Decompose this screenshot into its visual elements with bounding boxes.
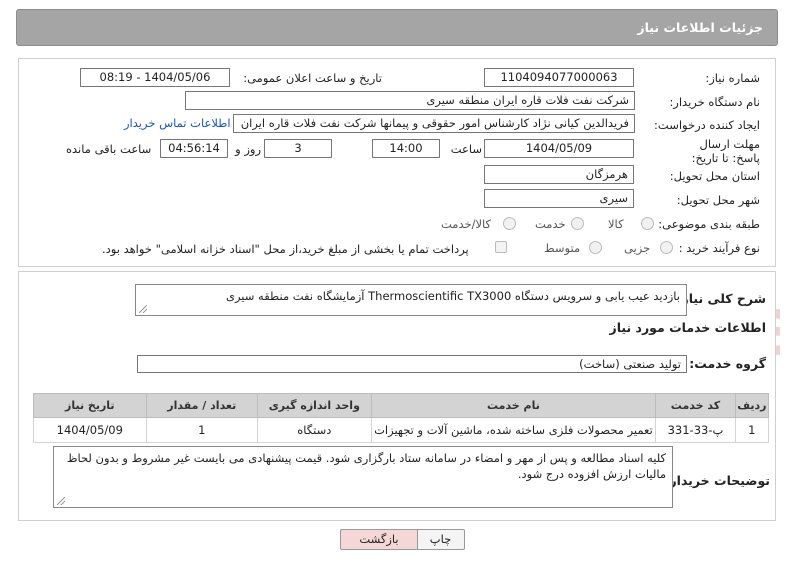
time-remaining-field: 04:56:14 <box>160 139 228 158</box>
summary-text: بازدید عیب یابی و سرویس دستگاه Thermosci… <box>225 289 680 303</box>
process-radio-minor[interactable] <box>660 241 673 254</box>
cell-unit: دستگاه <box>257 417 372 443</box>
city-field: سیری <box>484 189 634 208</box>
need-info-panel <box>18 58 776 267</box>
cell-service-name: تعمیر محصولات فلزی ساخته شده، ماشین آلات… <box>370 417 657 443</box>
category-radio-service[interactable] <box>571 217 584 230</box>
buyer-contact-link[interactable]: اطلاعات تماس خریدار <box>124 116 231 130</box>
deadline-time-label: ساعت <box>450 142 482 156</box>
announce-label: تاریخ و ساعت اعلان عمومی: <box>243 71 382 85</box>
deadline-time-field: 14:00 <box>372 139 440 158</box>
remaining-label: ساعت باقی مانده <box>66 142 152 156</box>
resize-grip-icon[interactable] <box>139 305 147 313</box>
creator-field: فریدالدین کیانی نژاد کارشناس امور حقوقی … <box>233 114 635 133</box>
cell-quantity: 1 <box>145 417 259 443</box>
category-option-service: خدمت <box>535 217 566 231</box>
category-radio-goods[interactable] <box>641 217 654 230</box>
table-row: 1 پ-33-331 تعمیر محصولات فلزی ساخته شده،… <box>33 417 770 443</box>
resize-grip-icon[interactable] <box>57 497 65 505</box>
deadline-date-field: 1404/05/09 <box>484 139 634 158</box>
col-row-number: ردیف <box>734 393 770 418</box>
province-field: هرمزگان <box>484 165 634 184</box>
province-label: استان محل تحویل: <box>669 169 760 183</box>
col-quantity: تعداد / مقدار <box>145 393 259 418</box>
service-group-field: تولید صنعتی (ساخت) <box>137 355 687 373</box>
process-option-minor: جزیی <box>624 241 651 255</box>
services-table: ردیف کد خدمت نام خدمت واحد اندازه گیری ت… <box>33 393 770 443</box>
page-title: جزئیات اطلاعات نیاز <box>637 20 763 35</box>
services-section-title: اطلاعات خدمات مورد نیاز <box>609 320 767 335</box>
buyer-label: نام دستگاه خریدار: <box>669 95 760 109</box>
col-need-date: تاریخ نیاز <box>33 393 147 418</box>
category-option-goods-service: کالا/خدمت <box>441 217 492 231</box>
process-option-medium: متوسط <box>544 241 581 255</box>
summary-label: شرح کلی نیاز: <box>676 291 766 306</box>
buyer-notes-label: توضیحات خریدار: <box>664 473 770 488</box>
need-number-field: 1104094077000063 <box>484 68 634 87</box>
process-label: نوع فرآیند خرید : <box>678 241 760 255</box>
announce-datetime-field: 1404/05/06 - 08:19 <box>80 68 230 87</box>
days-label: روز و <box>235 142 261 156</box>
category-option-goods: کالا <box>608 217 624 231</box>
page-header: جزئیات اطلاعات نیاز <box>16 9 778 46</box>
need-number-label: شماره نیاز: <box>705 71 760 85</box>
summary-textarea[interactable]: بازدید عیب یابی و سرویس دستگاه Thermosci… <box>135 284 687 316</box>
process-radio-medium[interactable] <box>589 241 602 254</box>
buyer-notes-textarea[interactable]: کلیه اسناد مطالعه و پس از مهر و امضاء در… <box>53 446 673 508</box>
cell-service-code: پ-33-331 <box>655 417 736 443</box>
buyer-notes-text: کلیه اسناد مطالعه و پس از مهر و امضاء در… <box>66 451 666 481</box>
deadline-label: مهلت ارسال پاسخ: تا تاریخ: <box>691 137 760 165</box>
creator-label: ایجاد کننده درخواست: <box>654 118 760 132</box>
back-button[interactable]: بازگشت <box>340 529 418 550</box>
print-button[interactable]: چاپ <box>416 529 465 550</box>
category-radio-goods-service[interactable] <box>503 217 516 230</box>
cell-need-date: 1404/05/09 <box>33 417 147 443</box>
buyer-field: شرکت نفت فلات قاره ایران منطقه سیری <box>185 91 635 110</box>
city-label: شهر محل تحویل: <box>676 193 760 207</box>
cell-row-number: 1 <box>734 417 770 443</box>
col-unit: واحد اندازه گیری <box>257 393 372 418</box>
days-remaining-field: 3 <box>264 139 332 158</box>
table-header-row: ردیف کد خدمت نام خدمت واحد اندازه گیری ت… <box>33 393 770 418</box>
category-label: طبقه بندی موضوعی: <box>658 217 760 231</box>
col-service-code: کد خدمت <box>655 393 736 418</box>
treasury-payment-note: پرداخت تمام یا بخشی از مبلغ خرید،از محل … <box>102 242 469 256</box>
service-group-label: گروه خدمت: <box>689 356 766 371</box>
treasury-payment-checkbox[interactable] <box>495 241 507 253</box>
col-service-name: نام خدمت <box>370 393 657 418</box>
